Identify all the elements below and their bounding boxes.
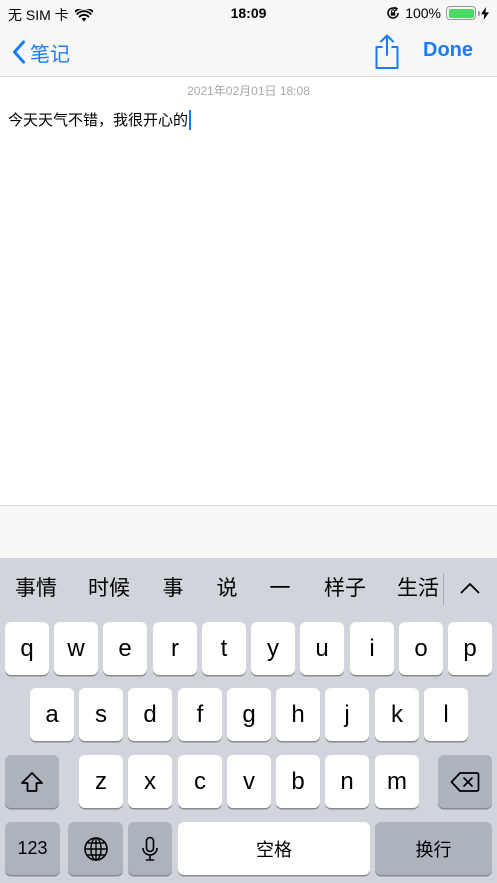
note-text[interactable]: 今天天气不错，我很开心的 <box>8 109 188 130</box>
share-button[interactable] <box>372 33 402 71</box>
key-l[interactable]: l <box>424 688 468 741</box>
key-y[interactable]: y <box>251 622 295 675</box>
done-button[interactable]: Done <box>412 39 484 62</box>
key-m[interactable]: m <box>375 755 419 808</box>
microphone-key[interactable] <box>128 822 172 875</box>
battery-icon <box>446 6 480 20</box>
key-h[interactable]: h <box>276 688 320 741</box>
return-key[interactable]: 换行 <box>375 822 492 875</box>
back-button[interactable]: 笔记 <box>12 36 70 68</box>
status-right: 100% <box>386 5 489 21</box>
battery-percent: 100% <box>405 5 441 21</box>
candidate-item[interactable]: 事 <box>152 558 194 620</box>
key-k[interactable]: k <box>375 688 419 741</box>
note-text-line[interactable]: 今天天气不错，我很开心的 <box>8 109 192 130</box>
nav-bar: 笔记 Done <box>0 27 497 77</box>
return-key-label: 换行 <box>415 839 452 860</box>
key-z[interactable]: z <box>79 755 123 808</box>
numbers-key-label: 123 <box>17 838 48 858</box>
candidate-item[interactable]: 生活 <box>386 558 450 620</box>
shift-icon <box>21 771 43 792</box>
status-bar: 无 SIM 卡 18:09 100% <box>0 0 497 27</box>
candidate-item[interactable]: 一 <box>259 558 301 620</box>
candidate-item[interactable]: 事情 <box>4 558 68 620</box>
chevron-up-icon <box>460 583 480 594</box>
key-e[interactable]: e <box>103 622 147 675</box>
key-o[interactable]: o <box>399 622 443 675</box>
key-p[interactable]: p <box>448 622 492 675</box>
candidate-expand-button[interactable] <box>449 570 491 606</box>
key-x[interactable]: x <box>128 755 172 808</box>
key-j[interactable]: j <box>325 688 369 741</box>
key-t[interactable]: t <box>202 622 246 675</box>
note-timestamp: 2021年02月01日 18:08 <box>187 84 310 98</box>
numbers-key[interactable]: 123 <box>5 822 60 875</box>
key-v[interactable]: v <box>227 755 271 808</box>
key-s[interactable]: s <box>79 688 123 741</box>
microphone-icon <box>142 836 158 861</box>
candidate-item[interactable]: 说 <box>206 558 248 620</box>
battery-level-fill <box>448 8 474 18</box>
keyboard: 事情 时候 事 说 一 样子 生活 q w e r t y u i o p a … <box>0 558 497 883</box>
candidate-item[interactable]: 样子 <box>313 558 377 620</box>
space-key-label: 空格 <box>256 839 292 860</box>
share-icon <box>375 34 399 69</box>
battery-cap <box>477 10 480 16</box>
rotation-lock-icon <box>387 6 399 19</box>
backspace-icon <box>450 771 480 792</box>
key-i[interactable]: i <box>350 622 394 675</box>
key-b[interactable]: b <box>276 755 320 808</box>
key-c[interactable]: c <box>178 755 222 808</box>
candidate-divider <box>443 573 444 605</box>
key-f[interactable]: f <box>178 688 222 741</box>
key-n[interactable]: n <box>325 755 369 808</box>
charging-bolt-icon <box>481 6 489 20</box>
key-a[interactable]: a <box>30 688 74 741</box>
delete-key[interactable] <box>438 755 492 808</box>
candidate-bar: 事情 时候 事 说 一 样子 生活 <box>0 558 497 620</box>
keyboard-accessory-bar <box>0 505 497 558</box>
text-caret <box>189 109 192 130</box>
key-g[interactable]: g <box>227 688 271 741</box>
key-u[interactable]: u <box>300 622 344 675</box>
shift-key[interactable] <box>5 755 59 808</box>
key-q[interactable]: q <box>5 622 49 675</box>
globe-icon <box>83 836 108 861</box>
key-r[interactable]: r <box>153 622 197 675</box>
chevron-left-icon <box>13 40 25 64</box>
candidate-item[interactable]: 时候 <box>77 558 141 620</box>
space-key[interactable]: 空格 <box>178 822 370 875</box>
globe-key[interactable] <box>68 822 123 875</box>
key-w[interactable]: w <box>54 622 98 675</box>
back-button-label: 笔记 <box>30 43 70 66</box>
key-d[interactable]: d <box>128 688 172 741</box>
note-editor[interactable]: 2021年02月01日 18:08 今天天气不错，我很开心的 <box>0 78 497 505</box>
